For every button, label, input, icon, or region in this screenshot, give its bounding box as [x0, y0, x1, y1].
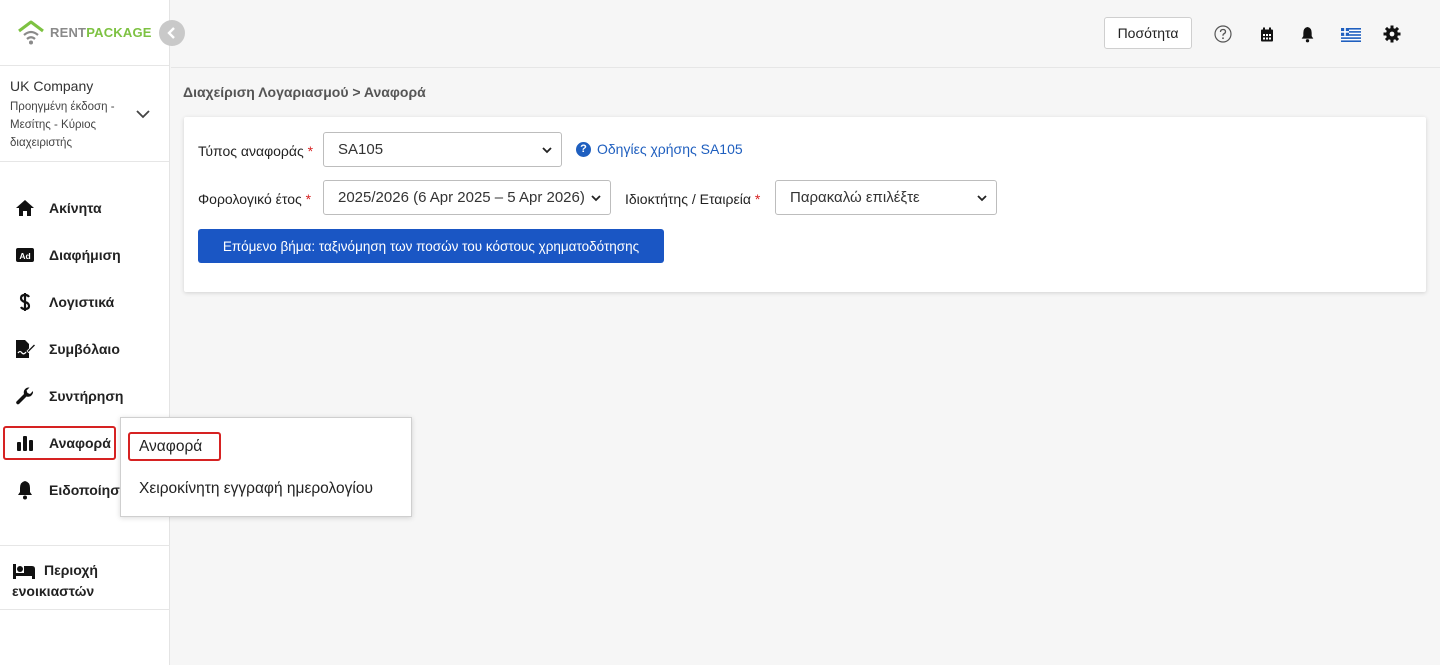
sidebar: RENTPACKAGE UK Company Προηγμένη έκδοση … — [0, 0, 185, 665]
owner-label-text: Ιδιοκτήτης / Εταιρεία — [625, 191, 751, 207]
breadcrumb: Διαχείριση Λογαριασμού > Αναφορά — [183, 84, 426, 100]
ad-icon: Ad — [14, 245, 36, 265]
logo[interactable]: RENTPACKAGE — [16, 20, 152, 46]
report-type-value: SA105 — [338, 141, 384, 158]
sa105-guide-link[interactable]: ? Οδηγίες χρήσης SA105 — [576, 141, 743, 157]
company-subtitle: Προηγμένη έκδοση - Μεσίτης - Κύριος διαχ… — [10, 101, 115, 149]
logo-rent: RENT — [50, 25, 87, 40]
submenu-item-manual-journal[interactable]: Χειροκίνητη εγγραφή ημερολογίου — [139, 480, 373, 498]
sidebar-item-contract[interactable]: Συμβόλαιο — [0, 325, 169, 372]
sidebar-item-label: Ακίνητα — [49, 199, 102, 216]
tax-year-select[interactable]: 2025/2026 (6 Apr 2025 – 5 Apr 2026) — [323, 180, 611, 215]
chevron-left-icon — [167, 27, 175, 39]
dollar-icon — [14, 292, 36, 312]
tax-year-label: Φορολογικό έτος * — [198, 191, 311, 207]
help-circle-icon: ? — [576, 141, 591, 157]
chevron-down-icon — [542, 147, 552, 154]
bell-icon — [14, 480, 36, 500]
sidebar-item-properties[interactable]: Ακίνητα — [0, 184, 169, 231]
home-icon — [14, 198, 36, 218]
sidebar-item-label: Συντήρηση — [49, 387, 124, 404]
tax-year-value: 2025/2026 (6 Apr 2025 – 5 Apr 2026) — [338, 189, 585, 206]
report-type-label-text: Τύπος αναφοράς — [198, 143, 304, 159]
chevron-down-icon — [136, 110, 150, 119]
logo-row: RENTPACKAGE — [0, 0, 169, 66]
sidebar-item-tenant-area[interactable]: Περιοχή ενοικιαστών — [0, 545, 170, 610]
owner-label: Ιδιοκτήτης / Εταιρεία * — [625, 191, 760, 207]
report-form-card: Τύπος αναφοράς * SA105 ? Οδηγίες χρήσης … — [184, 117, 1426, 292]
sidebar-item-maintenance[interactable]: Συντήρηση — [0, 372, 169, 419]
gear-icon[interactable] — [1382, 24, 1402, 44]
sidebar-item-label: Συμβόλαιο — [49, 340, 120, 357]
chevron-down-icon — [591, 195, 601, 202]
submenu-item-report[interactable]: Αναφορά — [139, 438, 202, 456]
wrench-icon — [14, 386, 36, 406]
wifi-house-icon — [18, 20, 44, 44]
calendar-icon[interactable] — [1257, 24, 1277, 44]
sidebar-item-label: Διαφήμιση — [49, 246, 121, 263]
bar-chart-icon — [14, 433, 36, 453]
contract-icon — [14, 339, 36, 359]
tax-year-label-text: Φορολογικό έτος — [198, 191, 302, 207]
company-switcher[interactable]: UK Company Προηγμένη έκδοση - Μεσίτης - … — [0, 66, 169, 162]
required-mark: * — [307, 143, 314, 159]
sidebar-item-label: Λογιστικά — [49, 293, 115, 310]
company-name: UK Company — [10, 78, 94, 94]
required-mark: * — [754, 191, 761, 207]
logo-package: PACKAGE — [86, 25, 152, 40]
sidebar-item-advertising[interactable]: Ad Διαφήμιση — [0, 231, 169, 278]
logo-text: RENTPACKAGE — [50, 25, 152, 40]
guide-link-text: Οδηγίες χρήσης SA105 — [597, 141, 743, 157]
report-submenu: Αναφορά Χειροκίνητη εγγραφή ημερολογίου — [120, 417, 412, 517]
sidebar-collapse-button[interactable] — [159, 20, 185, 46]
sidebar-item-label: Αναφορά — [49, 434, 111, 451]
chevron-down-icon — [977, 195, 987, 202]
greek-flag-icon[interactable] — [1340, 25, 1362, 45]
quantity-button[interactable]: Ποσότητα — [1104, 17, 1192, 49]
owner-select[interactable]: Παρακαλώ επιλέξτε — [775, 180, 997, 215]
required-mark: * — [305, 191, 312, 207]
svg-text:Ad: Ad — [19, 251, 30, 261]
top-header: Ποσότητα — [171, 0, 1440, 68]
sidebar-item-label: Ειδοποίηση — [49, 481, 129, 498]
bell-icon[interactable] — [1297, 24, 1317, 44]
bed-icon — [12, 562, 36, 580]
sidebar-item-accounting[interactable]: Λογιστικά — [0, 278, 169, 325]
report-type-select[interactable]: SA105 — [323, 132, 562, 167]
help-icon[interactable] — [1213, 24, 1233, 44]
next-step-button[interactable]: Επόμενο βήμα: ταξινόμηση των ποσών του κ… — [198, 229, 664, 263]
owner-value: Παρακαλώ επιλέξτε — [790, 189, 920, 206]
report-type-label: Τύπος αναφοράς * — [198, 143, 313, 159]
